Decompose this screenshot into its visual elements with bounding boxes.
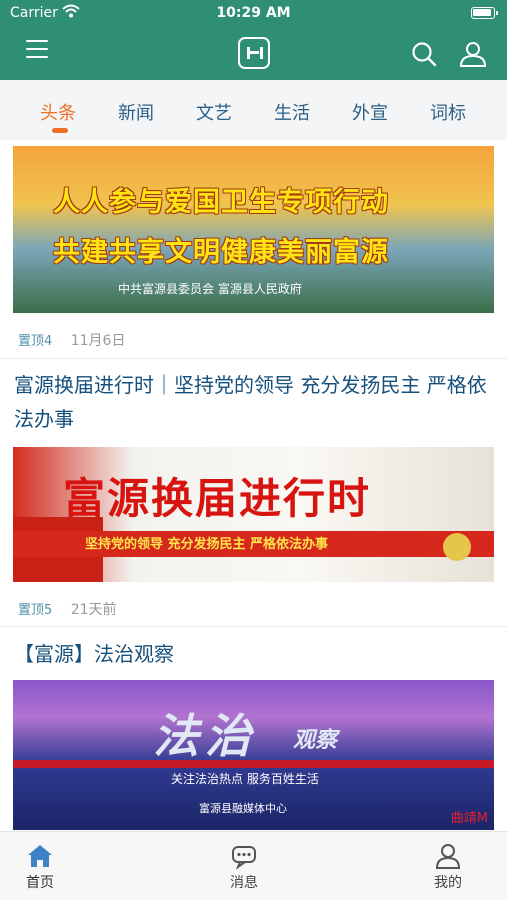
nav-home[interactable]: 首页 <box>0 842 80 892</box>
profile-icon <box>435 844 461 869</box>
pinned-badge: 置顶4 <box>18 334 53 349</box>
banner-caption: 中共富源县委员会 富源县人民政府 <box>118 282 302 296</box>
battery-icon <box>471 7 498 19</box>
category-tabs: 头条 新闻 文艺 生活 外宣 词标 <box>0 80 507 140</box>
divider <box>0 626 507 627</box>
active-tab-indicator <box>52 128 68 133</box>
nav-messages[interactable]: 消息 <box>204 842 284 892</box>
nav-label: 我的 <box>434 875 462 891</box>
message-icon <box>232 846 256 870</box>
feed-banner-election[interactable]: 富源换届进行时 坚持党的领导 充分发扬民主 严格依法办事 <box>13 447 494 582</box>
tab-headline[interactable]: 头条 <box>40 99 76 125</box>
watermark: 曲靖M <box>450 811 488 826</box>
status-bar: Carrier 10:29 AM <box>0 0 507 28</box>
home-icon <box>28 845 52 867</box>
banner-strip <box>13 760 494 768</box>
nav-profile[interactable]: 我的 <box>408 842 488 892</box>
feed-banner-law-watch[interactable]: 法治 观察 关注法治热点 服务百姓生活 富源县融媒体中心 曲靖M <box>13 680 494 830</box>
search-icon[interactable] <box>410 40 438 68</box>
tab-publicity[interactable]: 外宣 <box>352 99 388 125</box>
menu-icon[interactable] <box>26 40 48 58</box>
feed-banner-health-campaign[interactable]: 人人参与爱国卫生专项行动 共建共享文明健康美丽富源 中共富源县委员会 富源县人民… <box>13 146 494 313</box>
tab-slogan[interactable]: 词标 <box>430 99 466 125</box>
nav-label: 消息 <box>230 875 258 891</box>
banner-text: 共建共享文明健康美丽富源 <box>53 237 389 268</box>
banner-text: 富源换届进行时 <box>63 474 372 523</box>
party-emblem-icon <box>443 533 471 561</box>
user-icon[interactable] <box>458 39 488 69</box>
publish-time: 11月6日 <box>70 333 126 349</box>
tab-life[interactable]: 生活 <box>274 99 310 125</box>
banner-text: 观察 <box>293 728 338 753</box>
app-header <box>0 28 507 80</box>
feed-item-title[interactable]: 【富源】法治观察 <box>14 637 499 671</box>
feed-meta: 置顶5 21天前 <box>18 599 117 619</box>
banner-text: 人人参与爱国卫生专项行动 <box>53 187 389 218</box>
feed-item-title[interactable]: 富源换届进行时｜坚持党的领导 充分发扬民主 严格依法办事 <box>14 368 499 436</box>
banner-text: 法治 <box>153 709 257 763</box>
publish-time: 21天前 <box>70 602 117 618</box>
divider <box>0 358 507 359</box>
tab-arts[interactable]: 文艺 <box>196 99 232 125</box>
banner-caption: 关注法治热点 服务百姓生活 <box>171 772 319 786</box>
tab-news[interactable]: 新闻 <box>118 99 154 125</box>
bottom-nav: 首页 消息 我的 <box>0 831 507 900</box>
feed-meta: 置顶4 11月6日 <box>18 330 125 350</box>
banner-text: 坚持党的领导 充分发扬民主 严格依法办事 <box>85 537 329 552</box>
clock: 10:29 AM <box>216 5 291 21</box>
banner-caption: 富源县融媒体中心 <box>199 802 287 815</box>
nav-label: 首页 <box>26 875 54 891</box>
pinned-badge: 置顶5 <box>18 603 53 618</box>
app-logo-icon <box>238 37 270 69</box>
